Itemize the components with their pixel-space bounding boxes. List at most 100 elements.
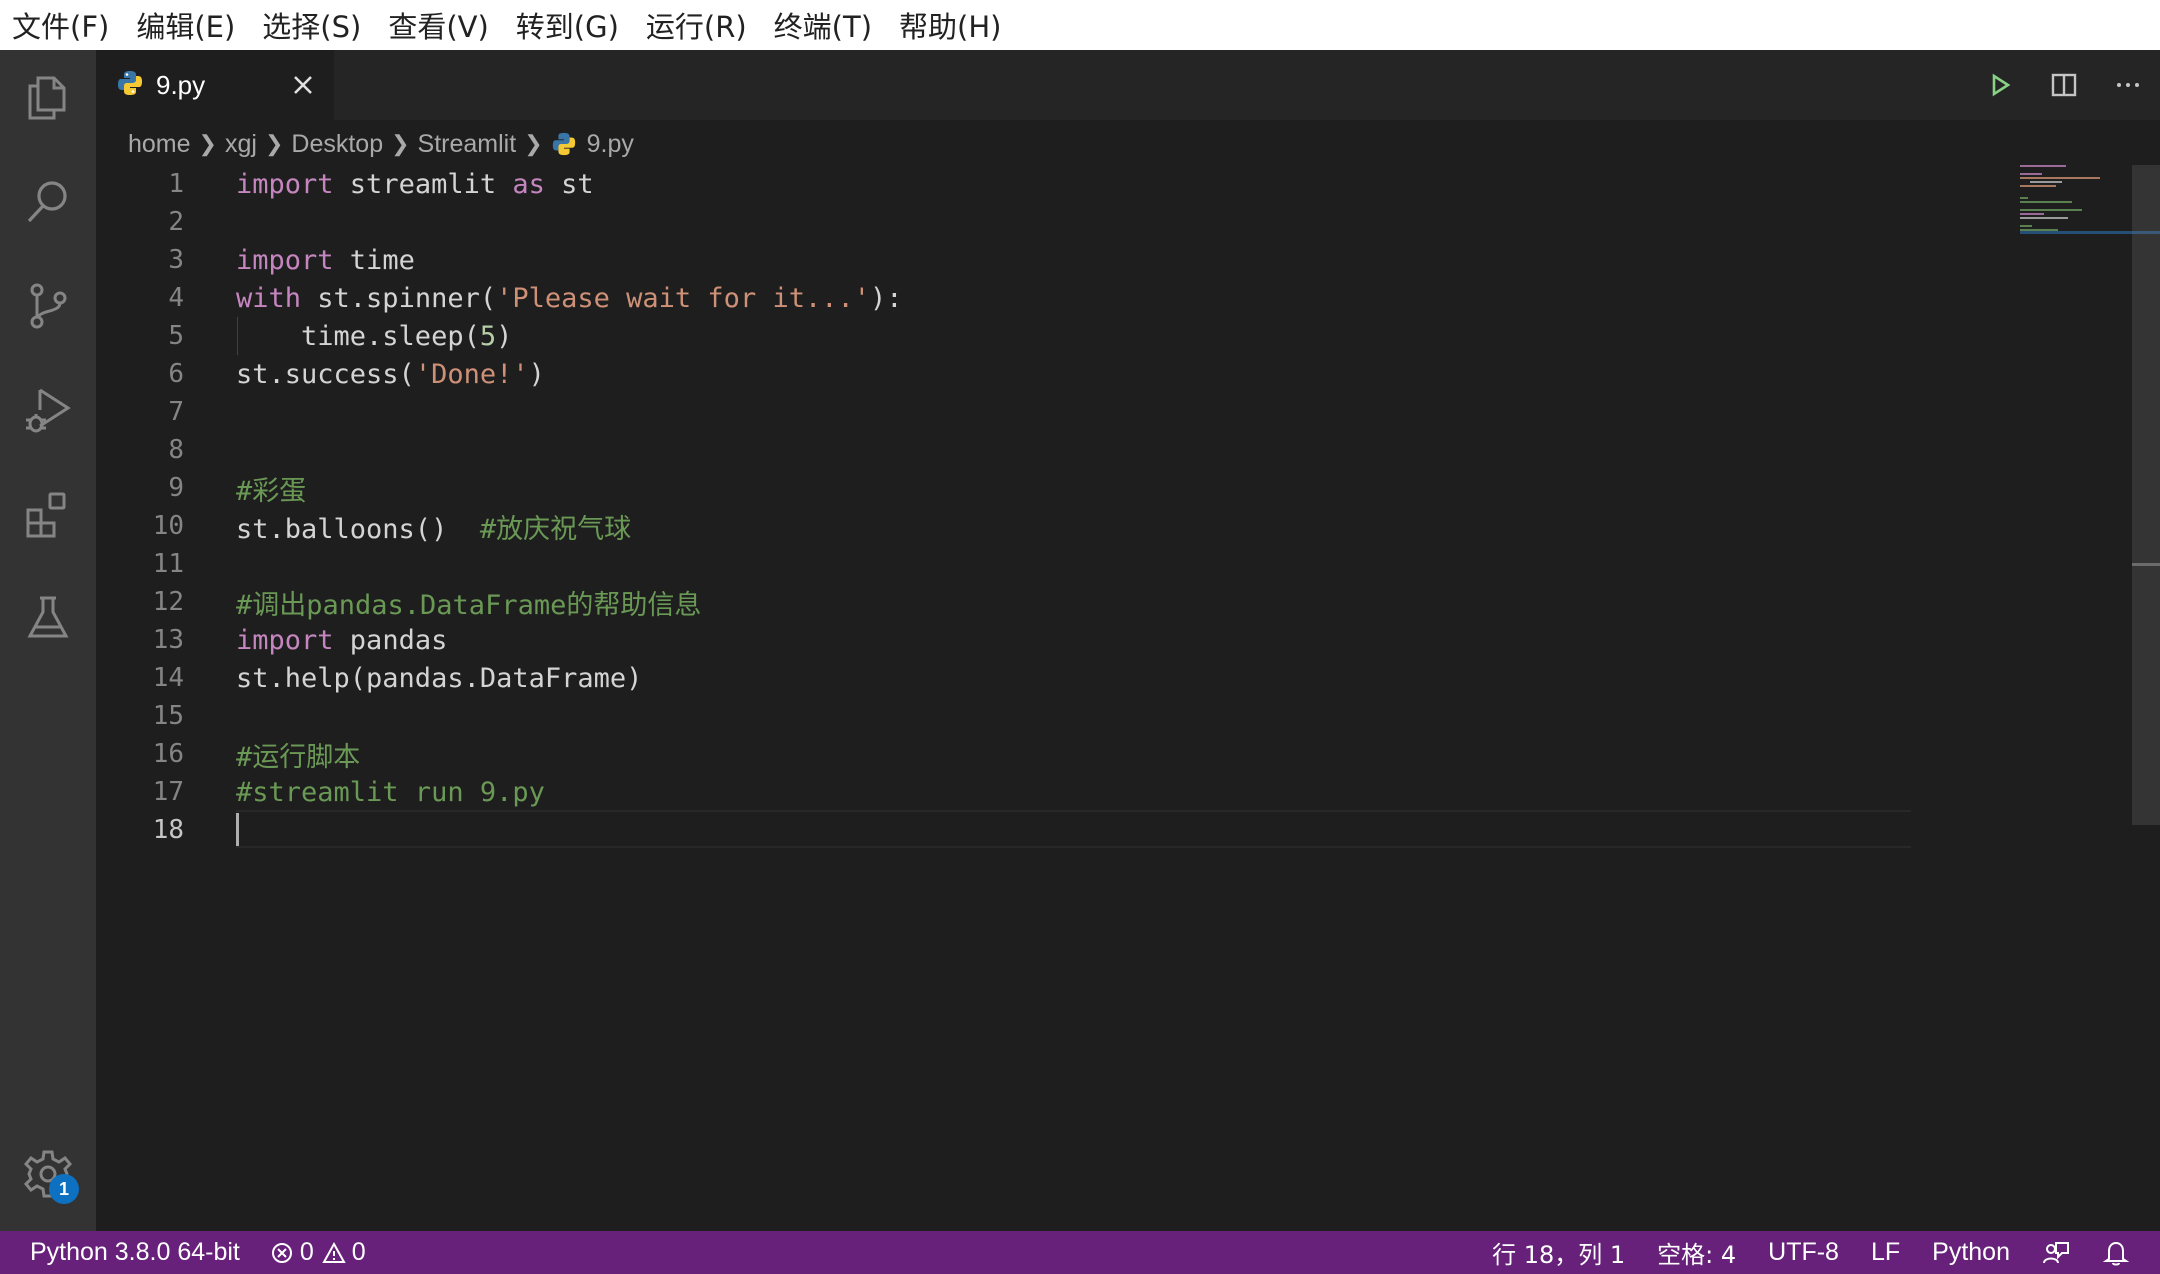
- line-number: 10: [152, 511, 184, 541]
- breadcrumb-xgj[interactable]: xgj: [225, 130, 257, 159]
- line-number: 13: [152, 625, 184, 655]
- notifications-bell-icon[interactable]: [2102, 1239, 2130, 1267]
- line-code: with st.spinner('Please wait for it...')…: [236, 282, 903, 314]
- chevron-right-icon: ❯: [391, 131, 410, 156]
- text-cursor: [236, 813, 239, 846]
- python-icon: [116, 69, 144, 101]
- vertical-scrollbar[interactable]: [2132, 165, 2160, 825]
- line-number: 6: [168, 359, 184, 389]
- line-number: 14: [152, 663, 184, 693]
- code-line: 4 with st.spinner('Please wait for it...…: [96, 279, 1916, 317]
- editor-actions: [1968, 50, 2160, 120]
- language-mode[interactable]: Python: [1932, 1238, 2010, 1267]
- line-code: import streamlit as st: [236, 168, 594, 200]
- line-number: 1: [168, 169, 184, 199]
- tab-bar: 9.py: [96, 50, 2160, 120]
- code-line: 2: [96, 203, 1916, 241]
- chevron-right-icon: ❯: [198, 131, 217, 156]
- cursor-position[interactable]: 行 18，列 1: [1492, 1235, 1625, 1270]
- code-line: 13 import pandas: [96, 621, 1916, 659]
- line-number: 4: [168, 283, 184, 313]
- menu-run[interactable]: 运行(R): [646, 4, 747, 46]
- line-number: 8: [168, 435, 184, 465]
- error-count: 0: [299, 1238, 314, 1266]
- code-line: 14 st.help(pandas.DataFrame): [96, 659, 1916, 697]
- line-number: 18: [152, 815, 184, 845]
- python-interpreter[interactable]: Python 3.8.0 64-bit: [30, 1238, 240, 1267]
- error-icon: [271, 1242, 292, 1263]
- line-number: 15: [152, 701, 184, 731]
- line-code: #彩蛋: [236, 475, 307, 507]
- line-code: #运行脚本: [236, 741, 361, 773]
- status-bar: Python 3.8.0 64-bit 0 0 行 18，列 1 空格: 4 U…: [0, 1231, 2160, 1274]
- python-icon: [552, 132, 575, 156]
- line-code: st.help(pandas.DataFrame): [236, 662, 643, 694]
- menu-file[interactable]: 文件(F): [12, 4, 109, 46]
- run-debug-icon[interactable]: [22, 384, 74, 436]
- menu-bar: 文件(F) 编辑(E) 选择(S) 查看(V) 转到(G) 运行(R) 终端(T…: [0, 0, 2160, 50]
- code-line: 1 import streamlit as st: [96, 165, 1916, 203]
- chevron-right-icon: ❯: [524, 131, 543, 156]
- line-number: 16: [152, 739, 184, 769]
- breadcrumb-file-label: 9.py: [586, 129, 634, 158]
- breadcrumb-desktop[interactable]: Desktop: [291, 130, 383, 159]
- line-code: st.success('Done!'): [236, 358, 545, 390]
- menu-go[interactable]: 转到(G): [516, 4, 619, 46]
- explorer-icon[interactable]: [22, 72, 74, 124]
- menu-edit[interactable]: 编辑(E): [136, 4, 235, 46]
- line-number: 12: [152, 587, 184, 617]
- menu-help[interactable]: 帮助(H): [899, 4, 1001, 46]
- code-line: 18: [96, 811, 1916, 849]
- menu-selection[interactable]: 选择(S): [262, 4, 361, 46]
- tab-label: 9.py: [156, 69, 206, 100]
- end-of-line[interactable]: LF: [1871, 1238, 1900, 1267]
- line-number: 3: [168, 245, 184, 275]
- run-icon[interactable]: [1968, 50, 2032, 120]
- line-number: 17: [152, 777, 184, 807]
- testing-icon[interactable]: [22, 592, 74, 644]
- code-line: 10 st.balloons() #放庆祝气球: [96, 507, 1916, 545]
- chevron-right-icon: ❯: [264, 131, 284, 156]
- code-editor[interactable]: 1 import streamlit as st 2 3 import time…: [96, 165, 2160, 1231]
- code-line: 17 #streamlit run 9.py: [96, 773, 1916, 811]
- code-line: 8: [96, 431, 1916, 469]
- breadcrumb-file[interactable]: 9.py: [551, 130, 634, 159]
- code-line: 15: [96, 697, 1916, 735]
- split-editor-icon[interactable]: [2032, 50, 2096, 120]
- code-line: 7: [96, 393, 1916, 431]
- line-code: st.balloons() #放庆祝气球: [236, 513, 632, 545]
- code-line: 6 st.success('Done!'): [96, 355, 1916, 393]
- encoding[interactable]: UTF-8: [1768, 1238, 1839, 1267]
- line-number: 7: [168, 397, 184, 427]
- line-code: time.sleep(5): [236, 320, 513, 352]
- code-line: 9 #彩蛋: [96, 469, 1916, 507]
- problems-indicator[interactable]: 0 0: [270, 1238, 366, 1267]
- line-number: 5: [168, 321, 184, 351]
- code-line: 12 #调出pandas.DataFrame的帮助信息: [96, 583, 1916, 621]
- line-number: 11: [152, 549, 184, 579]
- tab-9-py[interactable]: 9.py: [96, 50, 334, 120]
- breadcrumb-home[interactable]: home: [128, 130, 191, 159]
- menu-view[interactable]: 查看(V): [388, 4, 488, 46]
- source-control-icon[interactable]: [22, 280, 74, 332]
- line-code: #streamlit run 9.py: [236, 776, 545, 808]
- extensions-icon[interactable]: [22, 488, 74, 540]
- code-line: 11: [96, 545, 1916, 583]
- activity-bar: 1: [0, 50, 96, 1231]
- indentation[interactable]: 空格: 4: [1657, 1235, 1736, 1270]
- search-icon[interactable]: [22, 176, 74, 228]
- scrollbar-cursor-marker: [2132, 563, 2160, 566]
- code-line: 16 #运行脚本: [96, 735, 1916, 773]
- code-line: 5 time.sleep(5): [96, 317, 1916, 355]
- close-icon[interactable]: [290, 72, 316, 98]
- menu-terminal[interactable]: 终端(T): [774, 4, 872, 46]
- feedback-icon[interactable]: [2042, 1239, 2070, 1267]
- warning-icon: [322, 1241, 346, 1263]
- code-line: 3 import time: [96, 241, 1916, 279]
- breadcrumb: home ❯ xgj ❯ Desktop ❯ Streamlit ❯ 9.py: [128, 124, 634, 164]
- line-number: 9: [168, 473, 184, 503]
- line-code: import time: [236, 244, 415, 276]
- line-number: 2: [168, 207, 184, 237]
- more-icon[interactable]: [2096, 50, 2160, 120]
- breadcrumb-streamlit[interactable]: Streamlit: [418, 130, 517, 159]
